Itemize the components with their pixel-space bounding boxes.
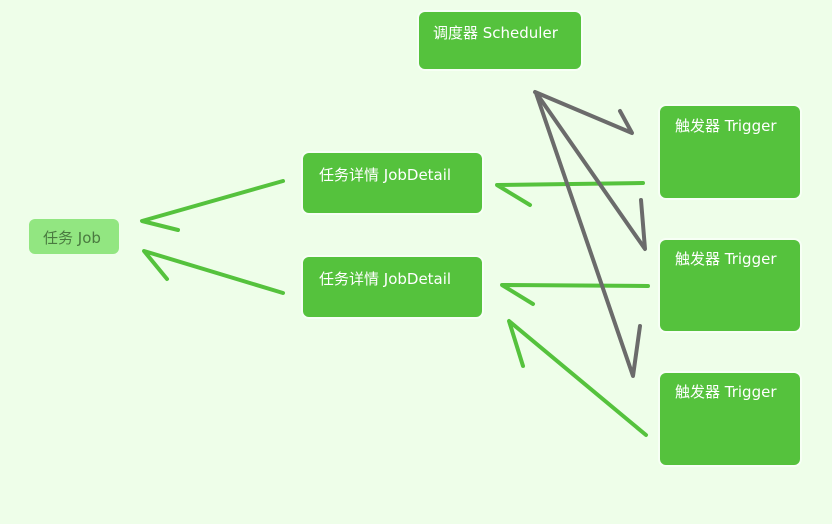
scheduler-node[interactable]: 调度器 Scheduler [419,12,581,69]
jobdetail-node-1[interactable]: 任务详情 JobDetail [303,153,482,213]
arrow-trigger2-to-jobdetail2 [500,283,650,306]
jobdetail-node-2[interactable]: 任务详情 JobDetail [303,257,482,317]
jobdetail-label-2: 任务详情 JobDetail [319,270,452,288]
job-node[interactable]: 任务 Job [29,219,119,254]
trigger-label-3: 触发器 Trigger [675,383,777,401]
arrow-scheduler-to-trigger3 [534,91,642,378]
trigger-node-2[interactable]: 触发器 Trigger [660,240,800,331]
jobdetail-label-1: 任务详情 JobDetail [319,166,452,184]
arrow-trigger3-to-jobdetail2 [507,319,648,437]
trigger-node-1[interactable]: 触发器 Trigger [660,106,800,198]
arrow-jobdetail1-to-job [140,179,285,232]
arrow-jobdetail2-to-job [142,249,285,295]
trigger-label-2: 触发器 Trigger [675,250,777,268]
scheduler-label: 调度器 Scheduler [433,24,558,42]
diagram-canvas: 调度器 Scheduler 任务 Job 任务详情 JobDetail 任务详情… [0,0,832,524]
trigger-label-1: 触发器 Trigger [675,117,777,135]
trigger-node-3[interactable]: 触发器 Trigger [660,373,800,465]
job-label: 任务 Job [43,229,101,247]
